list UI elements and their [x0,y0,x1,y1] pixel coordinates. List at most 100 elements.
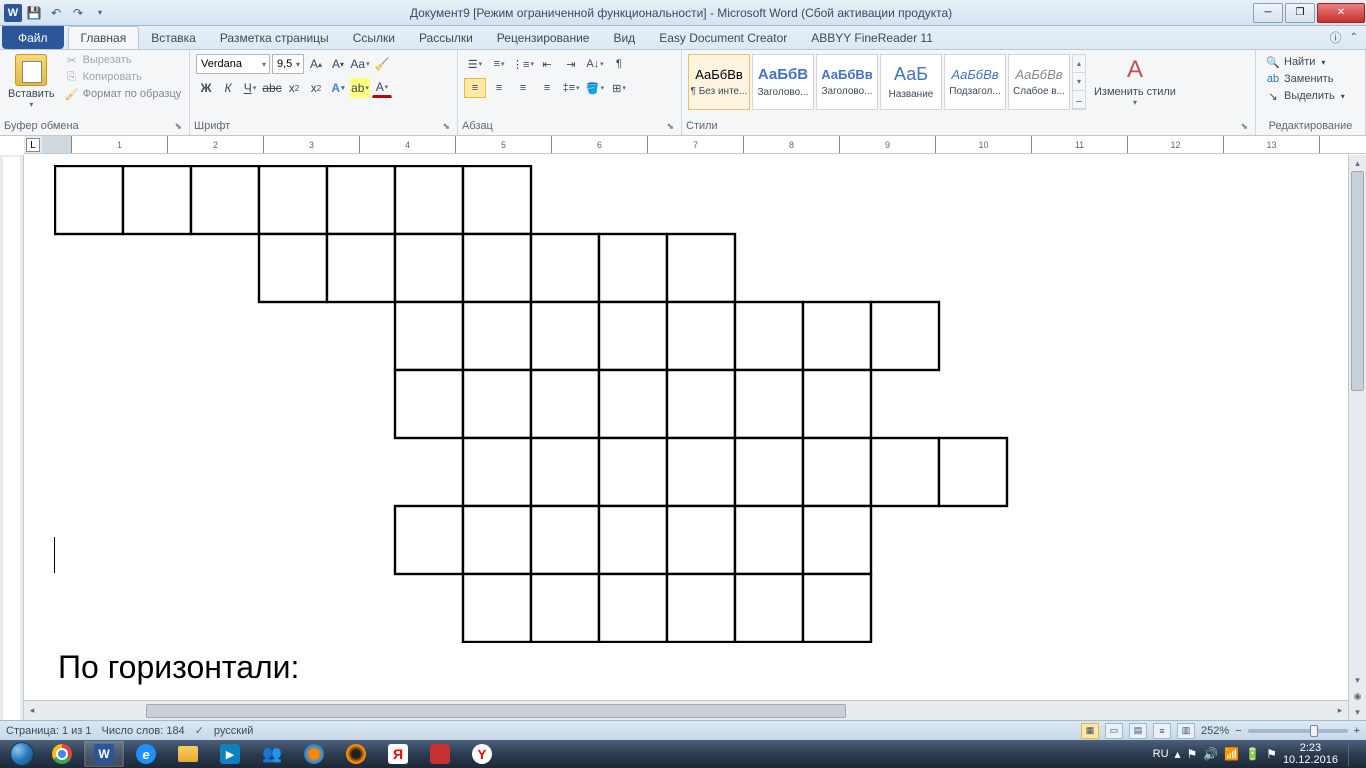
find-button[interactable]: 🔍Найти▾ [1264,54,1347,70]
crossword-table[interactable] [54,165,1054,643]
decrease-indent-button[interactable]: ⇤ [536,54,558,74]
tray-show-hidden-icon[interactable]: ▴ [1175,747,1181,761]
increase-indent-button[interactable]: ⇥ [560,54,582,74]
tray-lang[interactable]: RU [1153,748,1169,760]
status-language[interactable]: русский [214,725,253,737]
highlight-button[interactable]: ab [350,78,370,98]
text-effects-button[interactable]: A [328,78,348,98]
font-size-select[interactable]: 9,5 [272,54,304,74]
taskbar-aimp[interactable] [336,741,376,767]
italic-button[interactable]: К [218,78,238,98]
style-no-spacing[interactable]: АаБбВв¶ Без инте... [688,54,750,110]
numbering-button[interactable]: ≡ [488,54,510,74]
zoom-in-button[interactable]: + [1354,725,1360,737]
style-subtle-emphasis[interactable]: АаБбВвСлабое в... [1008,54,1070,110]
tray-flag-icon[interactable]: ⚑ [1187,747,1198,761]
qat-customize-icon[interactable]: ▾ [90,3,110,23]
undo-icon[interactable]: ↶ [46,3,66,23]
styles-scroll-up[interactable]: ▴ [1073,55,1085,73]
scroll-up-arrow[interactable]: ▴ [1349,155,1366,171]
zoom-out-button[interactable]: − [1235,725,1241,737]
show-marks-button[interactable]: ¶ [608,54,630,74]
shrink-font-button[interactable]: A▾ [328,54,348,74]
tray-volume-icon[interactable]: 🔊 [1203,747,1218,761]
subscript-button[interactable]: x2 [284,78,304,98]
tray-clock[interactable]: 2:23 10.12.2016 [1283,742,1338,766]
shading-button[interactable]: 🪣 [584,78,606,98]
tray-network-icon[interactable]: 📶 [1224,747,1239,761]
taskbar-yandex-browser[interactable]: Y [462,741,502,767]
align-center-button[interactable]: ≡ [488,78,510,98]
file-tab[interactable]: Файл [2,26,64,49]
styles-scroll-down[interactable]: ▾ [1073,73,1085,91]
tab-abbyy[interactable]: ABBYY FineReader 11 [799,26,945,49]
taskbar-ie[interactable]: e [126,741,166,767]
scroll-left-arrow[interactable]: ◂ [24,703,40,719]
page-viewport[interactable]: По горизонтали: [24,155,1348,720]
bold-button[interactable]: Ж [196,78,216,98]
format-painter-button[interactable]: 🖌Формат по образцу [63,86,184,102]
view-draft[interactable]: ▥ [1177,723,1195,739]
minimize-ribbon-icon[interactable]: ⌃ [1350,32,1358,43]
taskbar-messenger[interactable]: 👥 [252,741,292,767]
taskbar-video[interactable]: ▶ [210,741,250,767]
tab-mailings[interactable]: Рассылки [407,26,485,49]
tab-insert[interactable]: Вставка [139,26,208,49]
copy-button[interactable]: ⎘Копировать [63,69,184,85]
document-heading[interactable]: По горизонтали: [58,649,1054,686]
previous-page-button[interactable]: ◉ [1349,688,1366,704]
taskbar-abbyy[interactable] [420,741,460,767]
taskbar-mediaplayer[interactable] [294,741,334,767]
clear-formatting-button[interactable]: 🧹 [372,54,392,74]
save-icon[interactable]: 💾 [24,3,44,23]
zoom-slider-thumb[interactable] [1310,725,1318,737]
tab-references[interactable]: Ссылки [341,26,407,49]
status-words[interactable]: Число слов: 184 [102,725,185,737]
superscript-button[interactable]: x2 [306,78,326,98]
styles-expand[interactable]: ⚊ [1073,91,1085,109]
vertical-ruler[interactable] [0,155,24,720]
bullets-button[interactable]: ☰ [464,54,486,74]
vertical-scroll-thumb[interactable] [1351,171,1364,391]
multilevel-button[interactable]: ⋮≡ [512,54,534,74]
align-right-button[interactable]: ≡ [512,78,534,98]
scroll-right-arrow[interactable]: ▸ [1332,703,1348,719]
justify-button[interactable]: ≡ [536,78,558,98]
maximize-button[interactable]: ❐ [1285,3,1315,23]
next-page-button[interactable]: ▾ [1349,704,1366,720]
scroll-down-arrow[interactable]: ▾ [1349,672,1366,688]
borders-button[interactable]: ⊞ [608,78,630,98]
zoom-slider[interactable] [1248,729,1348,733]
change-case-button[interactable]: Aa [350,54,370,74]
show-desktop-button[interactable] [1348,742,1356,766]
font-color-button[interactable]: A [372,78,392,98]
strikethrough-button[interactable]: abc [262,78,282,98]
horizontal-scroll-thumb[interactable] [146,704,846,718]
style-subtitle[interactable]: АаБбВвПодзагол... [944,54,1006,110]
paste-button[interactable]: Вставить ▾ [4,52,59,111]
font-name-select[interactable]: Verdana [196,54,270,74]
horizontal-ruler[interactable]: L 123 456 789 101112 13 [24,136,1366,154]
tray-battery-icon[interactable]: 🔋 [1245,747,1260,761]
style-heading1[interactable]: АаБбВЗаголово... [752,54,814,110]
style-title[interactable]: АаБНазвание [880,54,942,110]
tab-layout[interactable]: Разметка страницы [208,26,341,49]
close-button[interactable]: ✕ [1317,3,1365,23]
vertical-scrollbar[interactable]: ▴ ▾ ◉ ▾ [1348,155,1366,720]
clipboard-dialog-launcher[interactable]: ⬊ [174,121,185,132]
status-spellcheck-icon[interactable]: ✓ [195,724,204,737]
style-heading2[interactable]: АаБбВвЗаголово... [816,54,878,110]
view-full-screen[interactable]: ▭ [1105,723,1123,739]
taskbar-yandex-search[interactable]: Я [378,741,418,767]
taskbar-word[interactable]: W [84,741,124,767]
font-dialog-launcher[interactable]: ⬊ [442,121,453,132]
zoom-level[interactable]: 252% [1201,725,1229,737]
help-icon[interactable]: ⓘ [1330,29,1342,46]
align-left-button[interactable]: ≡ [464,78,486,98]
paragraph-dialog-launcher[interactable]: ⬊ [666,121,677,132]
change-styles-button[interactable]: A Изменить стили ▾ [1088,52,1182,109]
underline-button[interactable]: Ч [240,78,260,98]
replace-button[interactable]: abЗаменить [1264,71,1347,87]
styles-dialog-launcher[interactable]: ⬊ [1240,121,1251,132]
tab-view[interactable]: Вид [601,26,647,49]
